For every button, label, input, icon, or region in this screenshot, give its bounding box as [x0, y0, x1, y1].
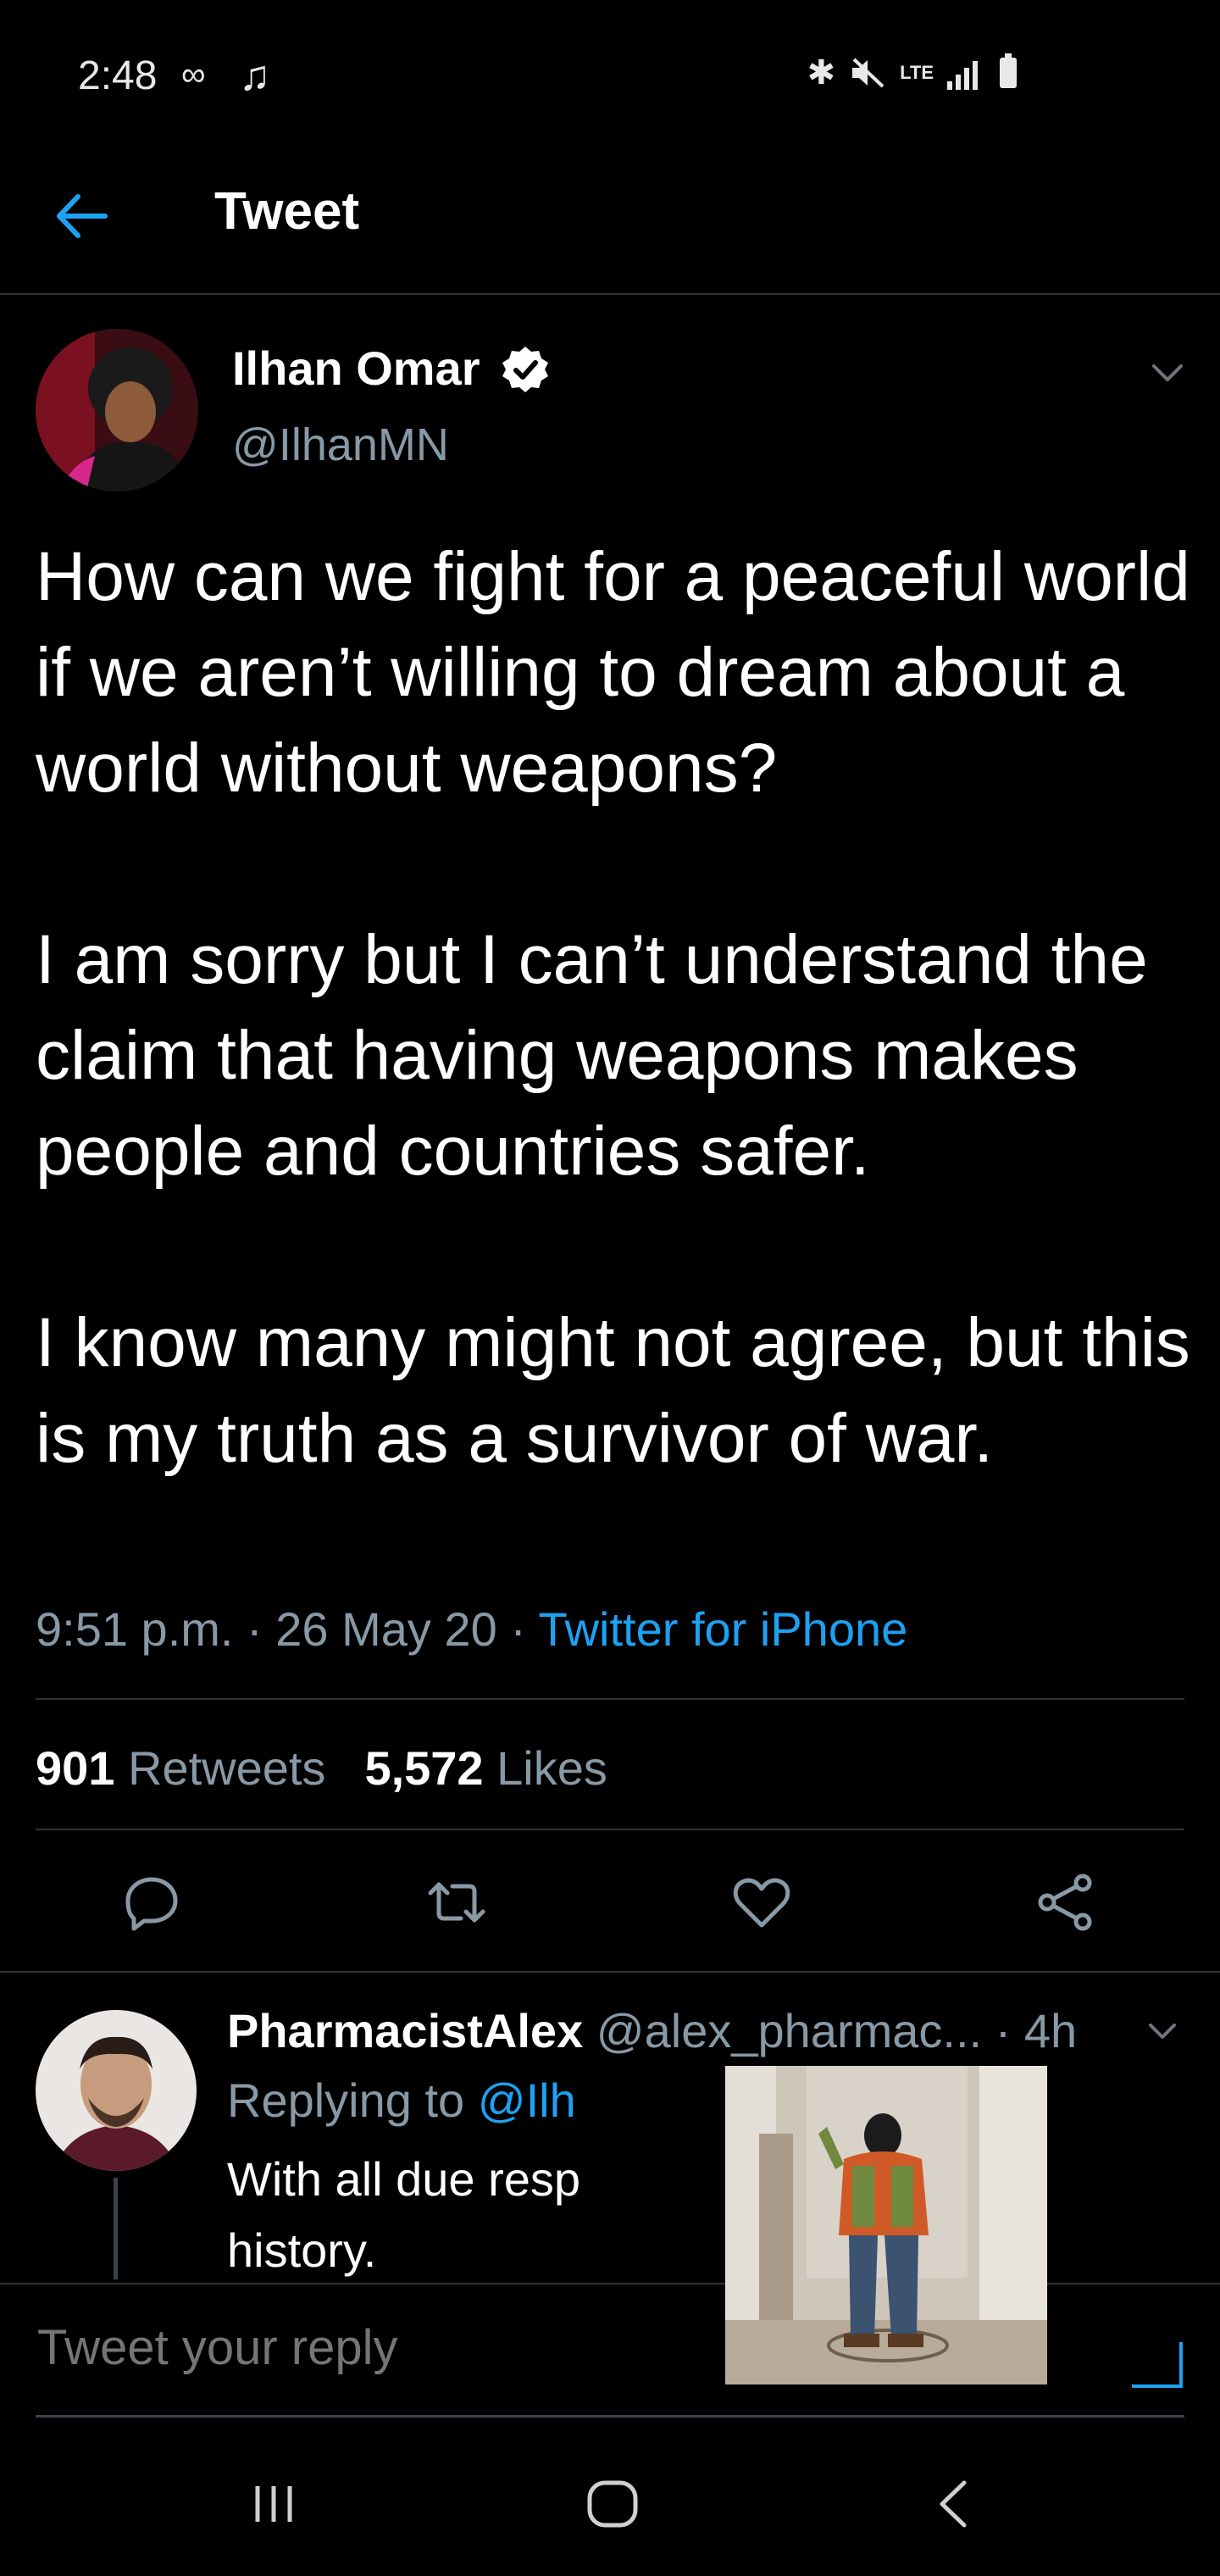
bluetooth-icon: ✱ [807, 54, 836, 92]
tweet-source-link[interactable]: Twitter for iPhone [539, 1602, 908, 1656]
meta-separator: · [233, 1602, 276, 1656]
author-handle[interactable]: @IlhanMN [232, 419, 449, 471]
like-heart-icon[interactable] [732, 1873, 791, 1932]
signal-icon [947, 56, 986, 90]
system-nav-bar [0, 2440, 1220, 2576]
divider [36, 1829, 1184, 1830]
thread-line [114, 2178, 118, 2279]
composer-underline [36, 2415, 1184, 2418]
share-icon[interactable] [1035, 1873, 1095, 1932]
replying-prefix: Replying to [227, 2074, 465, 2127]
recent-apps-icon[interactable] [246, 2476, 302, 2532]
status-time: 2:48 [78, 53, 158, 98]
top-app-bar: Tweet [0, 169, 1220, 295]
divider [0, 1971, 1220, 1973]
chevron-down-icon[interactable] [1149, 356, 1186, 390]
tweet-meta: 9:51 p.m. · 26 May 20 · Twitter for iPho… [36, 1602, 907, 1657]
likes-count: 5,572 [364, 1741, 484, 1795]
reply-age: · 4h [995, 2004, 1078, 2057]
reply-header: PharmacistAlex @alex_pharmac... · 4h [227, 2003, 1077, 2058]
reply-author-avatar[interactable] [36, 2010, 197, 2171]
home-icon[interactable] [585, 2476, 640, 2532]
tweet-text: How can we fight for a peaceful world if… [36, 538, 1190, 1477]
tweet-stats: 901 Retweets 5,572 Likes [36, 1740, 607, 1796]
tweet-detail-screen: 2:48 ∞ ♫ ✱ LTE Tweet Ilhan Omar @IlhanMN… [0, 0, 1220, 2576]
tweet-time: 9:51 p.m. [36, 1602, 234, 1656]
lte-icon: LTE [900, 62, 934, 83]
nav-back-icon[interactable] [930, 2476, 978, 2532]
overlay-photo [725, 2066, 1047, 2384]
page-title: Tweet [214, 182, 360, 241]
battery-icon [1000, 53, 1017, 88]
reply-text: With all due resp history. [227, 2152, 581, 2277]
retweets-count: 901 [36, 1741, 115, 1795]
likes-label: Likes [496, 1741, 607, 1795]
reply-icon[interactable] [122, 1873, 181, 1932]
verified-badge-icon [502, 347, 548, 392]
likes-stat[interactable]: 5,572 Likes [364, 1741, 607, 1795]
retweets-stat[interactable]: 901 Retweets [36, 1741, 325, 1795]
status-icons: ✱ LTE [807, 53, 1017, 92]
back-arrow-icon[interactable] [53, 186, 112, 246]
reply-author-name[interactable]: PharmacistAlex [227, 2004, 583, 2057]
retweet-icon[interactable] [427, 1873, 486, 1932]
mute-icon [852, 58, 884, 88]
reply-author-handle[interactable]: @alex_pharmac... [596, 2004, 982, 2057]
media-icon[interactable] [1128, 2339, 1184, 2390]
author-name[interactable]: Ilhan Omar [232, 341, 480, 396]
status-bar: 2:48 ∞ ♫ ✱ LTE [0, 0, 1220, 153]
chevron-down-icon[interactable] [1145, 2017, 1179, 2047]
divider [36, 1698, 1184, 1700]
replying-to-link[interactable]: @Ilh [478, 2074, 576, 2127]
music-note-icon: ♫ [239, 52, 271, 99]
tweet-date: 26 May 20 [275, 1602, 497, 1656]
meta-separator: · [496, 1602, 539, 1656]
retweets-label: Retweets [128, 1741, 326, 1795]
replying-to: Replying to @Ilh [227, 2073, 600, 2128]
voicemail-icon: ∞ [181, 56, 206, 93]
author-avatar[interactable] [36, 329, 198, 491]
